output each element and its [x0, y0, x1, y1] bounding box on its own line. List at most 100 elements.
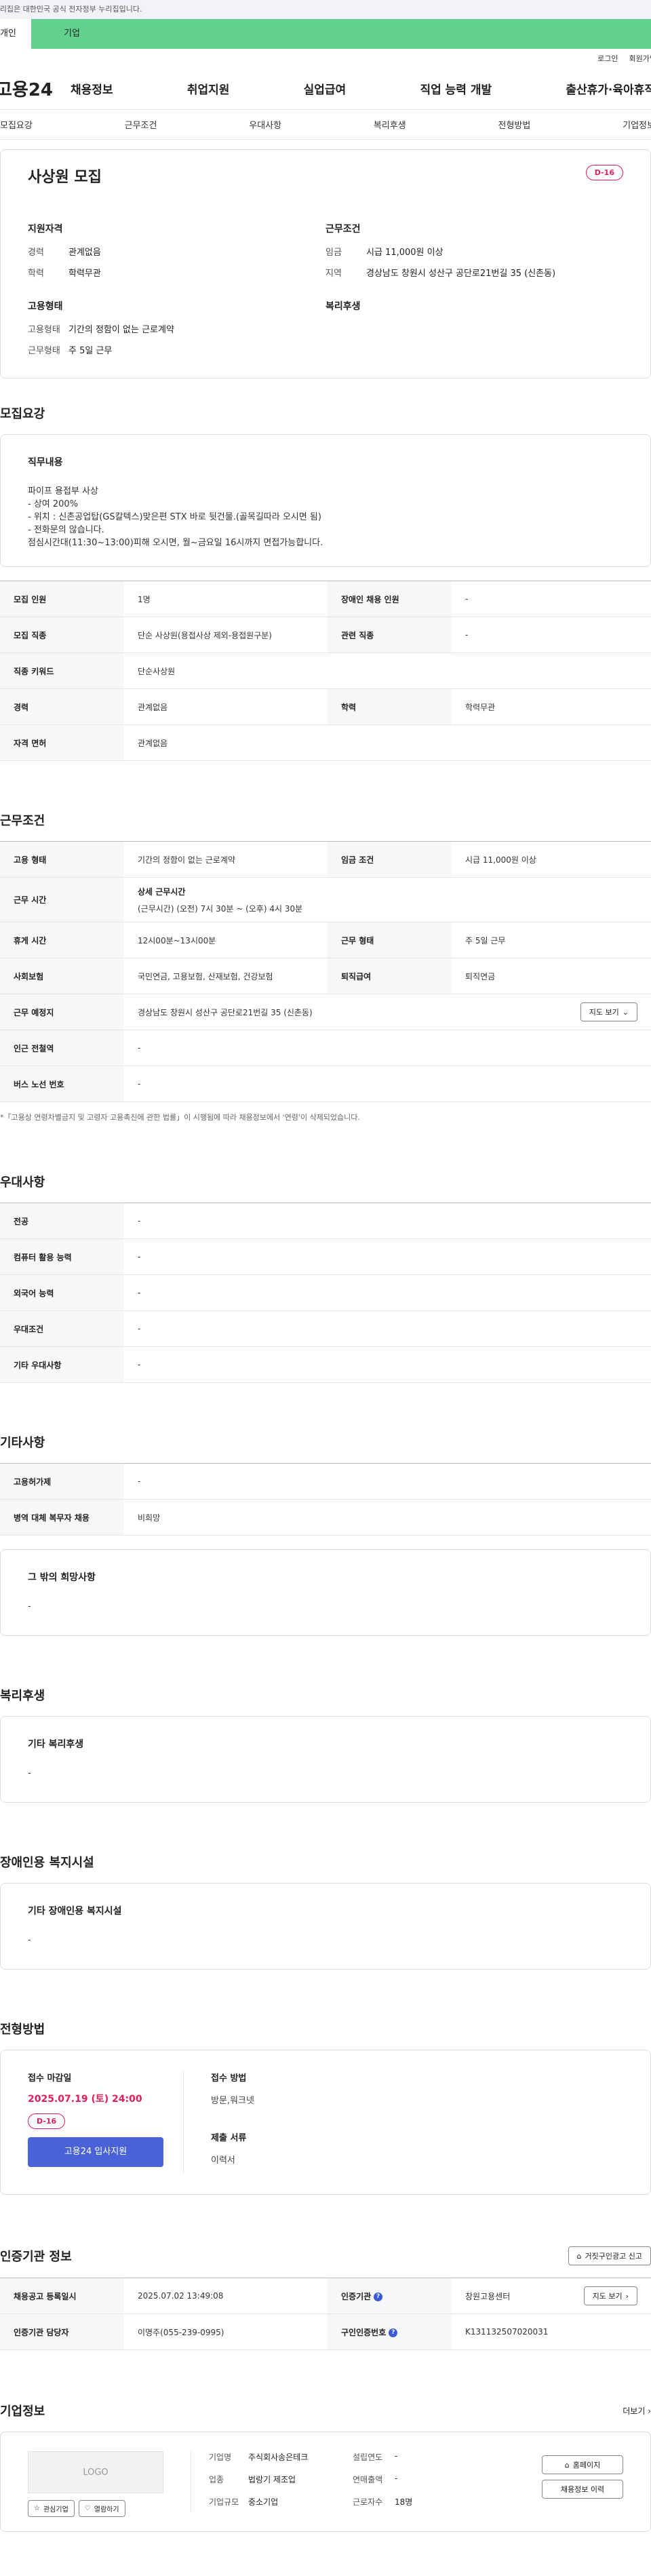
welfare-section-title: 복리후생 [0, 1689, 45, 1703]
table-row: 전공 - [0, 1203, 651, 1239]
history-label: 채용정보 이력 [560, 2485, 605, 2494]
row-value: 단순사상원 [138, 666, 176, 676]
map-button[interactable]: 지도 보기 ⌄ [580, 1002, 637, 1021]
row-label: 사회보험 [0, 958, 124, 994]
subnav-conditions[interactable]: 근무조건 [125, 118, 157, 131]
welfare-heading: 복리후생 [326, 301, 361, 312]
row-label: 외국어 능력 [0, 1274, 124, 1311]
recruit-table: 모집 인원 1명 장애인 채용 인원 - 모집 직종 단순 사상원(용접사상 제외-용접… [0, 581, 651, 761]
row-label: 기타 우대사항 [0, 1346, 124, 1383]
table-row: 직종 키워드 단순사상원 [0, 652, 651, 689]
tab-business[interactable]: 기업 [31, 19, 113, 49]
conditions-heading: 근무조건 [326, 224, 361, 235]
duty-text: 파이프 용접부 사상 - 상여 200% - 위치 : 신촌공업탑(GS칼텍스)… [28, 486, 323, 548]
company-actions: ⌂ 홈페이지 채용정보 이력 [542, 2451, 623, 2512]
company-card: LOGO ☆ 관심기업 ♡ 열람하기 기업명 주식회사송은테크 설립연도 - 업종 법랑기 … [0, 2432, 651, 2532]
disabled-box-value: - [28, 1935, 31, 1945]
info-icon[interactable]: ? [374, 2292, 383, 2301]
home-icon: ⌂ [564, 2460, 570, 2470]
menu-item-jobs[interactable]: 채용정보 [71, 80, 113, 97]
subnav-selection[interactable]: 전형방법 [498, 118, 531, 131]
table-row: 고용허가제 - [0, 1463, 651, 1500]
subnav-preference[interactable]: 우대사항 [249, 118, 281, 131]
dday-badge: D-16 [585, 165, 623, 180]
employment-type-label: 고용형태 [28, 325, 60, 335]
row-value: - [465, 630, 469, 640]
apply-button[interactable]: 고용24 입사지원 [28, 2137, 163, 2167]
info-icon[interactable]: ? [389, 2328, 398, 2337]
other-wishes-title: 그 밖의 희망사항 [28, 1572, 96, 1583]
chevron-right-icon: › [648, 2406, 651, 2416]
table-row: 인근 전철역 - [0, 1030, 651, 1066]
chevron-down-icon: ⌄ [622, 1007, 629, 1017]
favorite-company-button[interactable]: ☆ 관심기업 [28, 2500, 75, 2517]
menu-item-training[interactable]: 직업 능력 개발 [420, 80, 492, 97]
row-label: 직종 키워드 [0, 652, 124, 689]
size-label: 기업규모 [209, 2497, 239, 2507]
subnav-company[interactable]: 기업정보 [623, 118, 651, 131]
agency-map-button-label: 지도 보기 [592, 2292, 623, 2301]
disabled-section-title: 장애인용 복지시설 [0, 1856, 94, 1870]
tab-personal[interactable]: 개인 [0, 19, 31, 49]
conditions-section-title: 근무조건 [0, 814, 45, 828]
other-wishes-value: - [28, 1601, 31, 1612]
row-value: 1명 [138, 594, 151, 604]
menu-item-employment-support[interactable]: 취업지원 [187, 80, 230, 97]
table-row: 버스 노선 번호 - [0, 1066, 651, 1102]
row-value: 2025.07.02 13:49:08 [138, 2291, 224, 2301]
row-value: - [138, 1216, 141, 1226]
user-type-tabs: 개인 기업 [0, 19, 651, 49]
more-link-label: 더보기 [623, 2406, 646, 2416]
row-value: - [138, 1288, 141, 1297]
row-value: - [138, 1043, 141, 1053]
report-button[interactable]: ⌂ 거짓구인광고 신고 [568, 2246, 651, 2265]
pay-label: 임금 [326, 248, 342, 258]
main-menu: 채용정보 취업지원 실업급여 직업 능력 개발 출산휴가·육아휴직 [71, 80, 651, 97]
workplace-address: 경상남도 창원시 성산구 공단로21번길 35 (신촌동) [138, 1007, 313, 1017]
row-label: 경력 [0, 688, 124, 725]
welfare-box-title: 기타 복리후생 [28, 1739, 84, 1750]
table-row: 모집 직종 단순 사상원(용접사상 제외-용접원구분) 관련 직종 - [0, 617, 651, 653]
row-label: 병역 대체 복무자 채용 [0, 1499, 124, 1536]
agency-name: 창원고용센터 [465, 2291, 511, 2301]
chevron-right-icon: › [625, 2291, 629, 2301]
section-nav: 모집요강 근무조건 우대사항 복리후생 전형방법 기업정보 [0, 110, 651, 140]
founded-label: 설립연도 [353, 2453, 383, 2462]
welfare-card: 기타 복리후생 - [0, 1716, 651, 1803]
row-value: 단순 사상원(용접사상 제외-용접원구분) [138, 630, 272, 640]
table-row: 경력 관계없음 학력 학력무관 [0, 688, 651, 725]
menu-item-leave[interactable]: 출산휴가·육아휴직 [566, 80, 651, 97]
work-type-value: 주 5일 근무 [68, 346, 113, 356]
preference-section-title: 우대사항 [0, 1175, 45, 1190]
table-row: 휴게 시간 12시00분~13시00분 근무 형태 주 5일 근무 [0, 922, 651, 958]
join-link[interactable]: 회원가입 [629, 53, 651, 64]
education-value: 학력무관 [68, 269, 101, 279]
more-link[interactable]: 더보기 › [623, 2405, 651, 2417]
home-icon: ⌂ [576, 2251, 582, 2261]
row-value: - [138, 1360, 141, 1369]
login-link[interactable]: 로그인 [597, 53, 618, 64]
table-row: 근무 예정지 경상남도 창원시 성산구 공단로21번길 35 (신촌동) 지도 보기… [0, 994, 651, 1030]
row-label: 근무 형태 [328, 922, 452, 958]
row-label: 모집 직종 [0, 617, 124, 653]
selection-card: 접수 마감일 2025.07.19 (토) 24:00 D-16 고용24 입사… [0, 2050, 651, 2195]
agency-map-button[interactable]: 지도 보기 › [583, 2286, 637, 2305]
homepage-button[interactable]: ⌂ 홈페이지 [542, 2455, 623, 2474]
homepage-label: 홈페이지 [572, 2461, 601, 2470]
employment-heading: 고용형태 [28, 301, 63, 312]
row-value: 국민연금, 고용보험, 산재보험, 건강보험 [138, 971, 273, 981]
job-history-button[interactable]: 채용정보 이력 [542, 2480, 623, 2499]
subnav-recruit[interactable]: 모집요강 [0, 118, 33, 131]
employment-type-value: 기간의 정함이 없는 근로계약 [68, 325, 174, 335]
table-row: 우대조건 - [0, 1310, 651, 1347]
menu-item-unemployment[interactable]: 실업급여 [304, 80, 347, 97]
like-company-button[interactable]: ♡ 열람하기 [78, 2500, 125, 2517]
gov-banner: 이 누리집은 대한민국 공식 전자정부 누리집입니다. [0, 0, 651, 19]
agency-title-row: 인증기관 정보 ⌂ 거짓구인광고 신고 [0, 2246, 651, 2265]
site-logo[interactable]: 고용24 [0, 76, 71, 101]
location-label: 지역 [326, 269, 342, 279]
heart-icon: ♡ [84, 2505, 91, 2512]
method-column: 접수 방법 방문,워크넷 제출 서류 이력서 [184, 2071, 254, 2174]
row-label: 컴퓨터 활용 능력 [0, 1238, 124, 1275]
subnav-welfare[interactable]: 복리후생 [374, 118, 406, 131]
